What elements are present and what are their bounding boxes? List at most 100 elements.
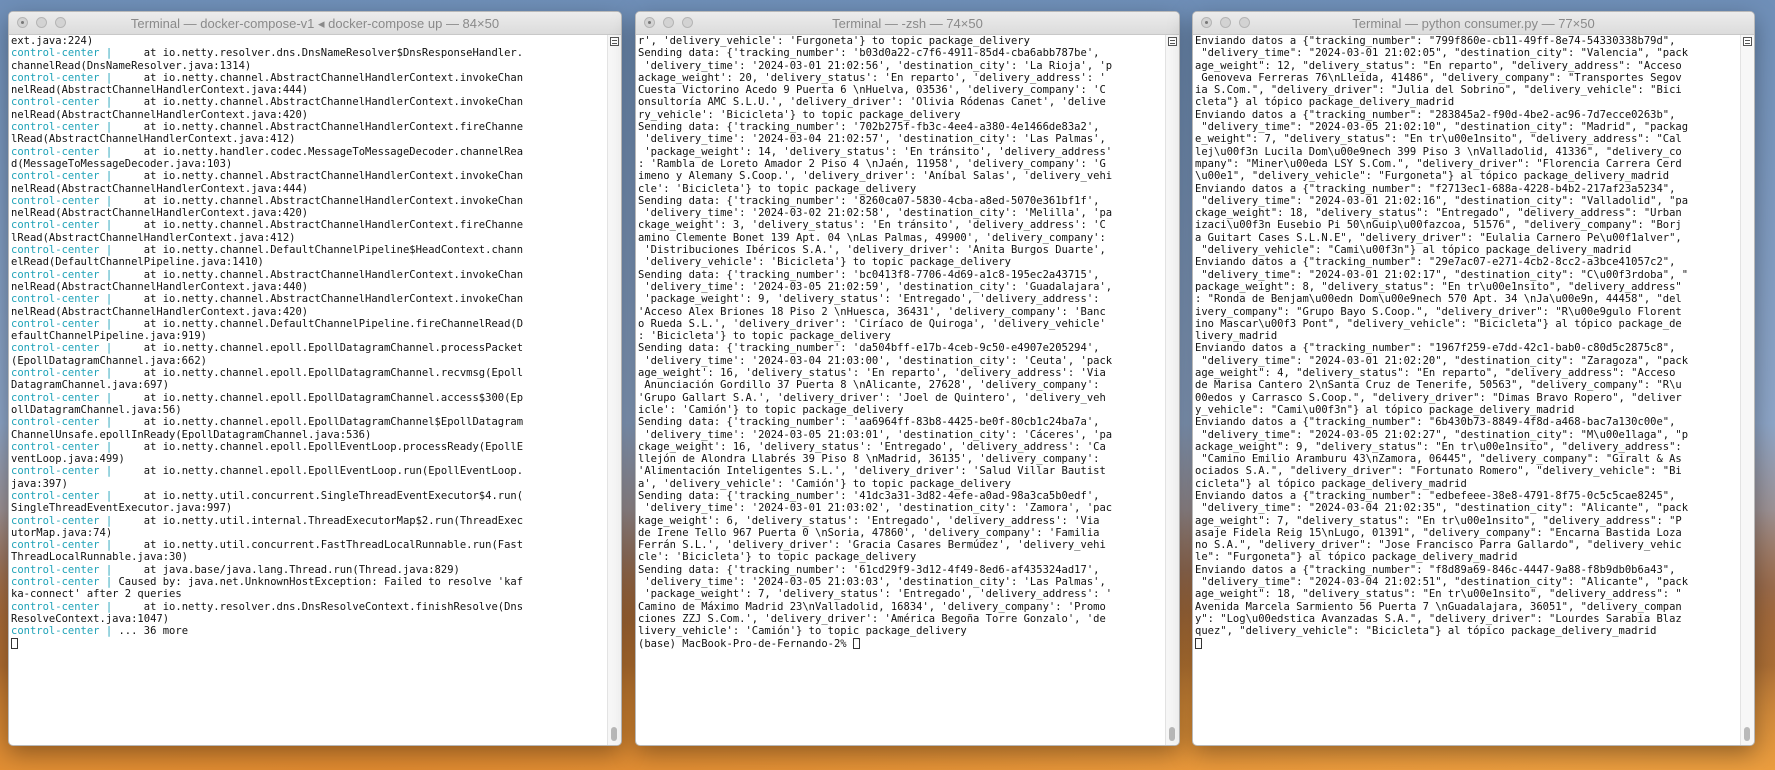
terminal-line: nelRead(AbstractChannelHandlerContext.ja…	[11, 306, 607, 318]
terminal-line: e_weight": 7, "delivery_status": "En tr\…	[1195, 133, 1740, 145]
terminal-line: 'package_weight': 9, 'delivery_status': …	[638, 293, 1165, 305]
line-text: Enviando datos a {"tracking_number": "19…	[1195, 342, 1676, 355]
vertical-scrollbar[interactable]	[1740, 35, 1754, 745]
line-text: age_weight": 18, "delivery_status": "En …	[1195, 588, 1682, 601]
title-bar[interactable]: Terminal — python consumer.py — 77×50	[1193, 12, 1754, 35]
terminal-line: livery_madrid	[1195, 330, 1740, 342]
terminal-line: llejón de Alondra Llabrés 39 Piso 8 \nMa…	[638, 453, 1165, 465]
line-text: Enviando datos a {"tracking_number": "28…	[1195, 108, 1676, 121]
line-text: "delivery_time": "2024-03-05 21:02:10", …	[1195, 121, 1689, 134]
scrollbar-thumb[interactable]	[1169, 727, 1175, 741]
line-text: Sending data: {'tracking_number': 'bc041…	[638, 268, 1100, 281]
line-text: Sending data: {'tracking_number': '41dc3…	[638, 489, 1100, 502]
terminal-line: nelRead(AbstractChannelHandlerContext.ja…	[11, 207, 607, 219]
terminal-line: 'Grupo Gallart S.A.', 'delivery_driver':…	[638, 392, 1165, 404]
terminal-line: ChannelUnsafe.epollInReady(EpollDatagram…	[11, 429, 607, 441]
service-name-label: control-center |	[11, 121, 113, 134]
line-text: 'Acceso Alex Briones 18 Piso 2 \nHuesca,…	[638, 305, 1106, 318]
terminal-line: cle': 'Bicicleta'} to topic package_deli…	[638, 551, 1165, 563]
terminal-line: lRead(AbstractChannelHandlerContext.java…	[11, 232, 607, 244]
line-text: age_weight": 7, "delivery_status": "En t…	[1195, 514, 1682, 527]
terminal-line: control-center | at io.netty.handler.cod…	[11, 146, 607, 158]
line-text: 'delivery_time': '2024-03-01 21:03:02', …	[638, 502, 1113, 515]
terminal-line: nelRead(AbstractChannelHandlerContext.ja…	[11, 109, 607, 121]
title-bar[interactable]: Terminal — -zsh — 74×50	[636, 12, 1179, 35]
line-text: age_weight": 4, "delivery_status": "En r…	[1195, 367, 1676, 380]
line-text: Camino de Máximo Madrid 23\nValladolid, …	[638, 600, 1106, 613]
vertical-scrollbar[interactable]	[1165, 35, 1179, 745]
vertical-scrollbar[interactable]	[607, 35, 621, 745]
line-text: icle': 'Camión'} to topic package_delive…	[638, 403, 904, 416]
line-text: at io.netty.resolver.dns.DnsNameResolver…	[112, 47, 524, 60]
terminal-line: Cuesta Victorino Acedo 9 Puerta 6 \nHuel…	[638, 84, 1165, 96]
terminal-line: "delivery_time": "2024-03-05 21:02:10", …	[1195, 121, 1740, 133]
marks-icon[interactable]	[1168, 37, 1177, 46]
line-text: java:397)	[11, 477, 68, 490]
line-text: at io.netty.channel.AbstractChannelHandl…	[112, 96, 524, 109]
terminal-line: Enviando datos a {"tracking_number": "79…	[1195, 35, 1740, 47]
terminal-output[interactable]: Enviando datos a {"tracking_number": "79…	[1193, 35, 1740, 745]
service-name-label: control-center |	[11, 71, 113, 84]
terminal-line: control-center | at io.netty.channel.Abs…	[11, 121, 607, 133]
terminal-line: ckage_weight': 16, 'delivery_status': 'E…	[638, 441, 1165, 453]
terminal-line: "delivery_time": "2024-03-05 21:02:27", …	[1195, 429, 1740, 441]
terminal-line: ResolveContext.java:1047)	[11, 613, 607, 625]
marks-icon[interactable]	[610, 37, 619, 46]
terminal-line: control-center | ... 36 more	[11, 625, 607, 637]
line-text: Sending data: {'tracking_number': '702b2…	[638, 121, 1100, 134]
service-name-label: control-center |	[11, 465, 113, 478]
line-text: 'package_weight': 7, 'delivery_status': …	[638, 588, 1113, 601]
terminal-line	[1195, 637, 1740, 650]
terminal-window-python-consumer[interactable]: Terminal — python consumer.py — 77×50 En…	[1192, 11, 1755, 746]
line-text: nelRead(AbstractChannelHandlerContext.ja…	[11, 207, 309, 220]
terminal-output[interactable]: r', 'delivery_vehicle': 'Furgoneta'} to …	[636, 35, 1165, 745]
line-text: 'delivery_time': '2024-03-05 21:03:03', …	[638, 576, 1106, 589]
line-text: ckage_weight": 18, "delivery_status": "E…	[1195, 207, 1682, 220]
terminal-line: control-center | at io.netty.channel.Abs…	[11, 195, 607, 207]
window-title: Terminal — python consumer.py — 77×50	[1352, 16, 1595, 31]
line-text: 'Grupo Gallart S.A.', 'delivery_driver':…	[638, 391, 1106, 404]
line-text: at io.netty.channel.AbstractChannelHandl…	[112, 71, 524, 84]
terminal-window-zsh[interactable]: Terminal — -zsh — 74×50 r', 'delivery_ve…	[635, 11, 1180, 746]
terminal-line: Sending data: {'tracking_number': '61cd2…	[638, 564, 1165, 576]
terminal-line: cleta"} al tópico package_delivery_madri…	[1195, 96, 1740, 108]
terminal-line: 'package_weight': 7, 'delivery_status': …	[638, 588, 1165, 600]
line-text: 'Alimentación Inteligentes S.L.', 'deliv…	[638, 465, 1106, 478]
terminal-line: Enviando datos a {"tracking_number": "ed…	[1195, 490, 1740, 502]
terminal-line: Enviando datos a {"tracking_number": "28…	[1195, 109, 1740, 121]
title-bar[interactable]: Terminal — docker-compose-v1 ◂ docker-co…	[9, 12, 621, 35]
terminal-line: control-center | at io.netty.channel.epo…	[11, 465, 607, 477]
terminal-line: control-center | at java.base/java.lang.…	[11, 564, 607, 576]
line-text: nelRead(AbstractChannelHandlerContext.ja…	[11, 108, 309, 121]
line-text: cicleta"} al tópico package_delivery_mad…	[1195, 477, 1467, 490]
line-text: ext.java:224)	[11, 35, 94, 47]
terminal-line: control-center | at io.netty.util.concur…	[11, 490, 607, 502]
line-text: ollDatagramChannel.java:56)	[11, 403, 182, 416]
terminal-output[interactable]: ext.java:224) control-center | at io.nett…	[9, 35, 607, 745]
marks-icon[interactable]	[1743, 37, 1752, 46]
line-text: ChannelUnsafe.epollInReady(EpollDatagram…	[11, 428, 372, 441]
terminal-line: \u00e1", "delivery_vehicle": "Furgoneta"…	[1195, 170, 1740, 182]
terminal-line: Sending data: {'tracking_number': '702b2…	[638, 121, 1165, 133]
terminal-line: Enviando datos a {"tracking_number": "f2…	[1195, 183, 1740, 195]
scrollbar-thumb[interactable]	[1744, 727, 1750, 741]
line-text: Sending data: {'tracking_number': 'b03d0…	[638, 47, 1100, 60]
terminal-line: Enviando datos a {"tracking_number": "f8…	[1195, 564, 1740, 576]
terminal-line: (base) MacBook-Pro-de-Fernando-2%	[638, 637, 1165, 650]
line-text: nelRead(AbstractChannelHandlerContext.ja…	[11, 84, 309, 97]
line-text: age_weight': 16, 'delivery_status': 'En …	[638, 367, 1106, 380]
terminal-line: ThreadLocalRunnable.java:30)	[11, 551, 607, 563]
terminal-line: SingleThreadEventExecutor.java:997)	[11, 502, 607, 514]
terminal-line: ka-connect' after 2 queries	[11, 588, 607, 600]
line-text: 00edos y Carrasco S.Coop.", "delivery_dr…	[1195, 391, 1682, 404]
line-text: e_weight": 7, "delivery_status": "En tr\…	[1195, 133, 1682, 146]
terminal-line: Sending data: {'tracking_number': 'bc041…	[638, 269, 1165, 281]
line-text: nelRead(AbstractChannelHandlerContext.ja…	[11, 280, 309, 293]
line-text: Caused by: java.net.UnknownHostException…	[112, 576, 524, 589]
terminal-line: 'delivery_time': '2024-03-02 21:02:58', …	[638, 207, 1165, 219]
terminal-line: control-center | at io.netty.resolver.dn…	[11, 47, 607, 59]
terminal-line: d(MessageToMessageDecoder.java:103)	[11, 158, 607, 170]
terminal-window-docker-compose[interactable]: Terminal — docker-compose-v1 ◂ docker-co…	[8, 11, 622, 746]
scrollbar-thumb[interactable]	[611, 727, 617, 741]
line-text: Sending data: {'tracking_number': 'aa696…	[638, 416, 1100, 429]
